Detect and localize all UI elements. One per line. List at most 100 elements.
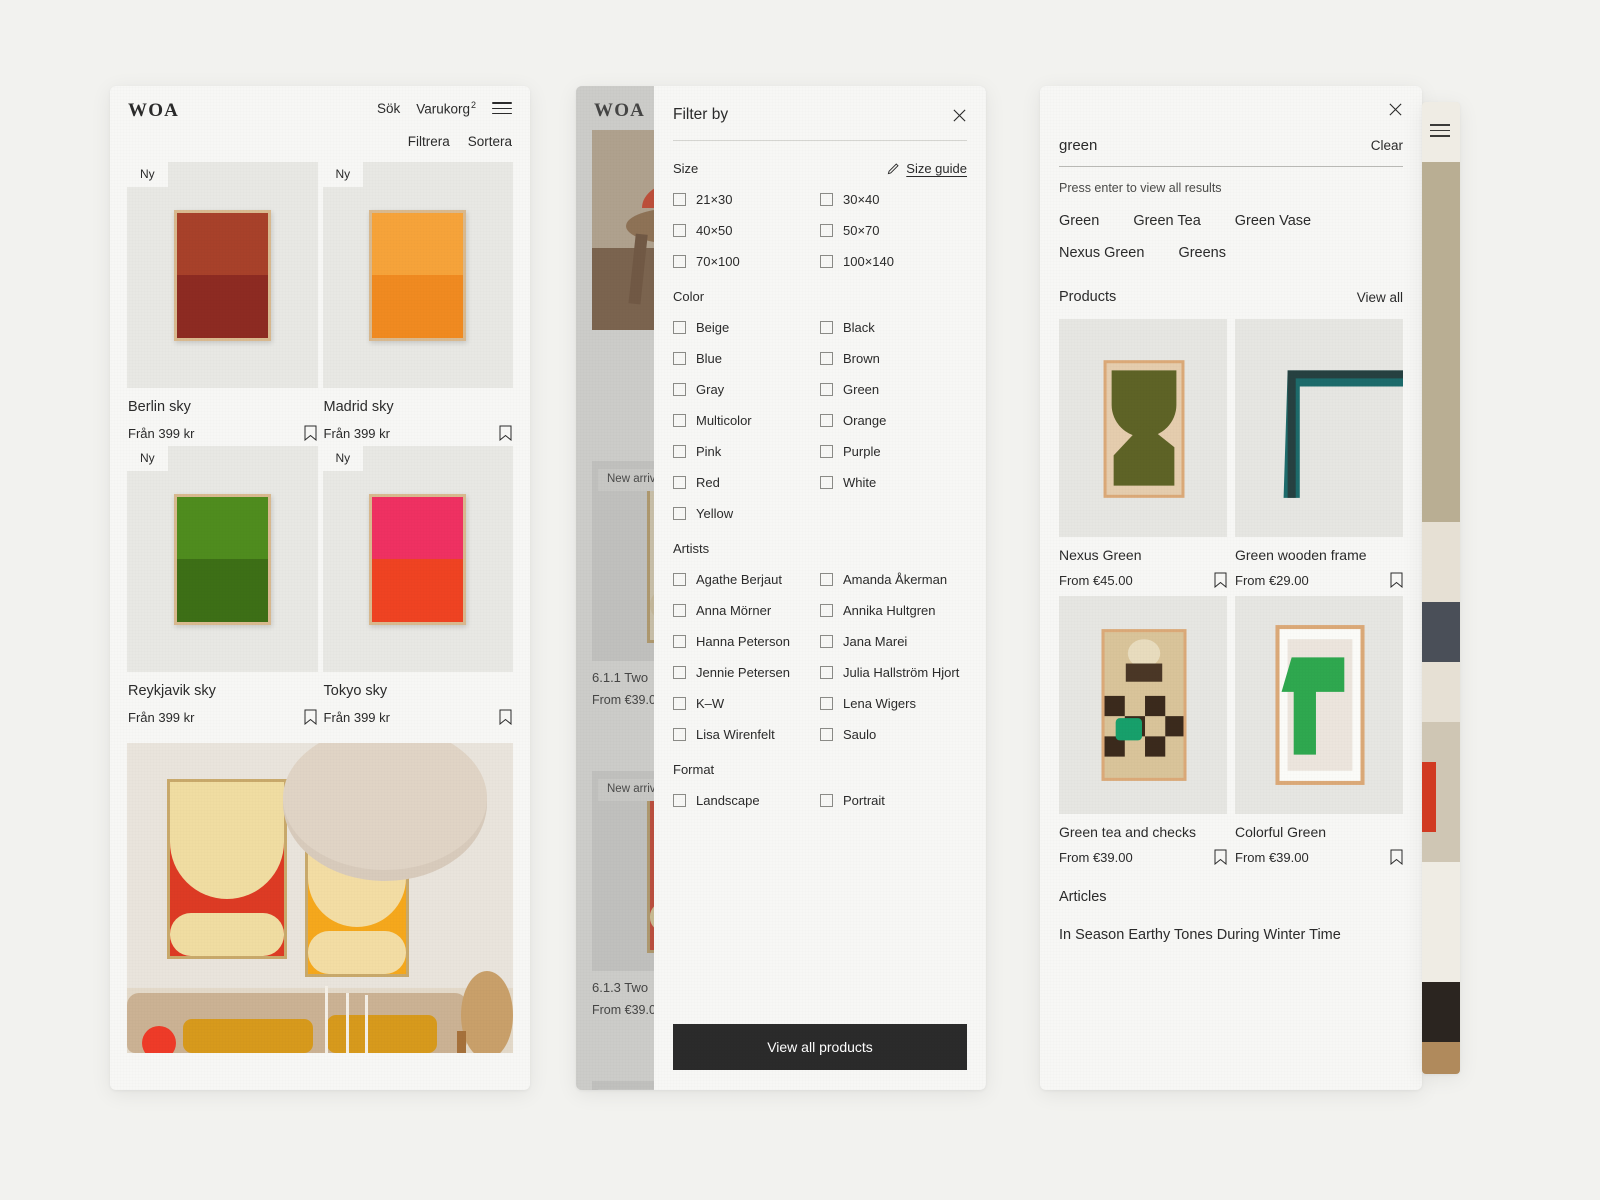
- color-option[interactable]: Gray: [673, 382, 820, 397]
- bookmark-icon[interactable]: [304, 425, 317, 441]
- checkbox[interactable]: [673, 414, 686, 427]
- checkbox[interactable]: [673, 255, 686, 268]
- format-option[interactable]: Portrait: [820, 793, 967, 808]
- color-option[interactable]: Yellow: [673, 506, 820, 521]
- brand-logo[interactable]: WOA: [128, 100, 179, 122]
- color-option[interactable]: Beige: [673, 320, 820, 335]
- checkbox[interactable]: [820, 697, 833, 710]
- checkbox[interactable]: [820, 383, 833, 396]
- clear-search-button[interactable]: Clear: [1371, 138, 1403, 153]
- article-item[interactable]: In Season Earthy Tones During Winter Tim…: [1040, 905, 1422, 943]
- artist-option[interactable]: Jana Marei: [820, 634, 967, 649]
- bookmark-icon[interactable]: [499, 709, 512, 725]
- checkbox[interactable]: [820, 476, 833, 489]
- color-option[interactable]: White: [820, 475, 967, 490]
- checkbox[interactable]: [673, 224, 686, 237]
- checkbox[interactable]: [673, 728, 686, 741]
- artist-option[interactable]: Jennie Petersen: [673, 665, 820, 680]
- size-option[interactable]: 50×70: [820, 223, 967, 238]
- color-option[interactable]: Red: [673, 475, 820, 490]
- color-option[interactable]: Green: [820, 382, 967, 397]
- checkbox[interactable]: [673, 604, 686, 617]
- artist-option[interactable]: Anna Mörner: [673, 603, 820, 618]
- search-input[interactable]: green: [1059, 137, 1097, 154]
- bookmark-icon[interactable]: [1214, 572, 1227, 588]
- bookmark-icon[interactable]: [1214, 849, 1227, 865]
- artist-option[interactable]: Julia Hallström Hjort: [820, 665, 967, 680]
- bookmark-icon[interactable]: [499, 425, 512, 441]
- artist-option[interactable]: K–W: [673, 696, 820, 711]
- checkbox[interactable]: [820, 666, 833, 679]
- result-thumbnail[interactable]: [1235, 319, 1403, 537]
- product-card[interactable]: Ny Reykjavik sky Från 399 kr: [127, 446, 318, 725]
- product-card[interactable]: Ny Tokyo sky Från 399 kr: [322, 446, 513, 725]
- search-result-card[interactable]: Green tea and checks From €39.00: [1059, 596, 1227, 865]
- checkbox[interactable]: [673, 193, 686, 206]
- size-option[interactable]: 21×30: [673, 192, 820, 207]
- checkbox[interactable]: [820, 794, 833, 807]
- nav-search-link[interactable]: Sök: [377, 101, 400, 116]
- checkbox[interactable]: [673, 321, 686, 334]
- artist-option[interactable]: Lisa Wirenfelt: [673, 727, 820, 742]
- hamburger-icon[interactable]: [1430, 124, 1450, 137]
- checkbox[interactable]: [820, 255, 833, 268]
- search-suggestion[interactable]: Green: [1059, 213, 1099, 229]
- result-thumbnail[interactable]: [1059, 319, 1227, 537]
- hamburger-icon[interactable]: [492, 102, 512, 115]
- artist-option[interactable]: Amanda Åkerman: [820, 572, 967, 587]
- filter-link[interactable]: Filtrera: [408, 134, 450, 149]
- checkbox[interactable]: [673, 635, 686, 648]
- checkbox[interactable]: [673, 697, 686, 710]
- checkbox[interactable]: [820, 352, 833, 365]
- format-option[interactable]: Landscape: [673, 793, 820, 808]
- search-suggestion[interactable]: Greens: [1178, 245, 1226, 261]
- checkbox[interactable]: [673, 507, 686, 520]
- artist-option[interactable]: Saulo: [820, 727, 967, 742]
- checkbox[interactable]: [673, 476, 686, 489]
- product-thumbnail[interactable]: Ny: [322, 162, 513, 388]
- bookmark-icon[interactable]: [1390, 572, 1403, 588]
- search-suggestion[interactable]: Green Tea: [1133, 213, 1200, 229]
- sort-link[interactable]: Sortera: [468, 134, 512, 149]
- checkbox[interactable]: [820, 635, 833, 648]
- checkbox[interactable]: [820, 321, 833, 334]
- size-option[interactable]: 40×50: [673, 223, 820, 238]
- search-result-card[interactable]: Colorful Green From €39.00: [1235, 596, 1403, 865]
- nav-cart-link[interactable]: Varukorg2: [416, 100, 476, 117]
- product-thumbnail[interactable]: Ny: [127, 446, 318, 672]
- checkbox[interactable]: [820, 445, 833, 458]
- artist-option[interactable]: Hanna Peterson: [673, 634, 820, 649]
- checkbox[interactable]: [820, 573, 833, 586]
- color-option[interactable]: Black: [820, 320, 967, 335]
- close-icon[interactable]: [1388, 102, 1403, 117]
- view-all-products-button[interactable]: View all products: [673, 1024, 967, 1070]
- product-card[interactable]: Ny Madrid sky Från 399 kr: [322, 162, 513, 441]
- checkbox[interactable]: [673, 445, 686, 458]
- checkbox[interactable]: [673, 352, 686, 365]
- checkbox[interactable]: [820, 414, 833, 427]
- checkbox[interactable]: [673, 794, 686, 807]
- checkbox[interactable]: [673, 383, 686, 396]
- color-option[interactable]: Orange: [820, 413, 967, 428]
- search-suggestion[interactable]: Nexus Green: [1059, 245, 1144, 261]
- product-thumbnail[interactable]: Ny: [127, 162, 318, 388]
- products-view-all-link[interactable]: View all: [1357, 290, 1403, 305]
- search-result-card[interactable]: Nexus Green From €45.00: [1059, 319, 1227, 588]
- result-thumbnail[interactable]: [1059, 596, 1227, 814]
- checkbox[interactable]: [820, 604, 833, 617]
- color-option[interactable]: Blue: [673, 351, 820, 366]
- artist-option[interactable]: Agathe Berjaut: [673, 572, 820, 587]
- size-guide-link[interactable]: Size guide: [887, 161, 967, 176]
- close-icon[interactable]: [952, 108, 967, 123]
- checkbox[interactable]: [820, 728, 833, 741]
- size-option[interactable]: 100×140: [820, 254, 967, 269]
- search-suggestion[interactable]: Green Vase: [1235, 213, 1311, 229]
- product-card[interactable]: Ny Berlin sky Från 399 kr: [127, 162, 318, 441]
- search-result-card[interactable]: Green wooden frame From €29.00: [1235, 319, 1403, 588]
- color-option[interactable]: Multicolor: [673, 413, 820, 428]
- checkbox[interactable]: [820, 193, 833, 206]
- artist-option[interactable]: Annika Hultgren: [820, 603, 967, 618]
- result-thumbnail[interactable]: [1235, 596, 1403, 814]
- lifestyle-hero-image[interactable]: [127, 743, 513, 1053]
- bookmark-icon[interactable]: [304, 709, 317, 725]
